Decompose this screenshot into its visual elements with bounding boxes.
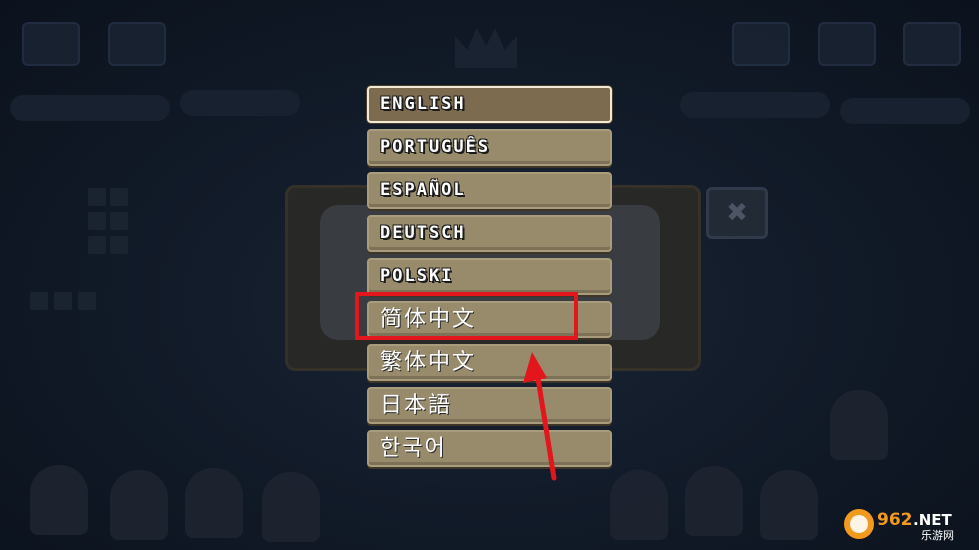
bg-crown-icon (455, 28, 517, 68)
language-option-portugues[interactable]: PORTUGUÊS (367, 129, 612, 166)
annotation-highlight-box (355, 292, 578, 340)
bg-character (110, 470, 168, 540)
bg-top-left-button-2 (108, 22, 166, 66)
bg-grid-cell (78, 292, 96, 310)
bg-grid-cell (30, 292, 48, 310)
bg-cloud (840, 98, 970, 124)
bg-character (830, 390, 888, 460)
bg-character (685, 466, 743, 536)
bg-grid-cell (110, 236, 128, 254)
bg-character (185, 468, 243, 538)
bg-grid-cell (110, 188, 128, 206)
language-option-polski[interactable]: POLSKI (367, 258, 612, 295)
bg-cloud (180, 90, 300, 116)
bg-grid-cell (54, 292, 72, 310)
language-list: ENGLISH PORTUGUÊS ESPAÑOL DEUTSCH POLSKI… (367, 86, 612, 473)
bg-top-right-button (732, 22, 790, 66)
bg-grid-cell (88, 236, 106, 254)
language-option-traditional-chinese[interactable]: 繁体中文 (367, 344, 612, 381)
bg-cloud (680, 92, 830, 118)
bg-grid-cell (110, 212, 128, 230)
language-option-deutsch[interactable]: DEUTSCH (367, 215, 612, 252)
svg-text:962: 962 (877, 510, 913, 530)
language-option-korean[interactable]: 한국어 (367, 430, 612, 467)
bg-top-right-button-2 (818, 22, 876, 66)
svg-text:.NET: .NET (913, 511, 952, 529)
game-screen: ✖ ENGLISH PORTUGUÊS ESPAÑOL DEUTSCH POLS… (0, 0, 979, 550)
bg-character (262, 472, 320, 542)
bg-character (760, 470, 818, 540)
close-icon[interactable]: ✖ (706, 187, 768, 239)
bg-grid-cell (88, 188, 106, 206)
language-option-japanese[interactable]: 日本語 (367, 387, 612, 424)
svg-text:乐游网: 乐游网 (921, 529, 954, 542)
watermark-logo: 962 .NET 乐游网 (844, 509, 954, 542)
language-option-english[interactable]: ENGLISH (367, 86, 612, 123)
bg-top-left-button (22, 22, 80, 66)
bg-cloud (10, 95, 170, 121)
bg-top-right-button-3 (903, 22, 961, 66)
bg-grid-cell (88, 212, 106, 230)
language-option-espanol[interactable]: ESPAÑOL (367, 172, 612, 209)
bg-character (30, 465, 88, 535)
bg-character (610, 470, 668, 540)
